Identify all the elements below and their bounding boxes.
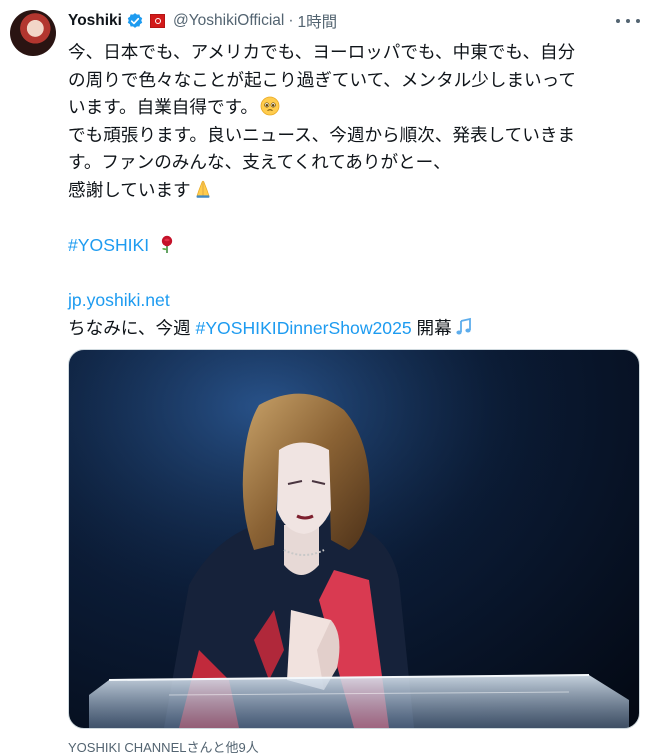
verified-badge-icon (127, 13, 143, 28)
photo-caption[interactable]: YOSHIKI CHANNELさんと他9人 (68, 737, 259, 756)
tweet-line-text: います。自業自得です。 (68, 97, 259, 118)
author-handle[interactable]: @YoshikiOfficial (173, 12, 284, 30)
tweet-line: の周りで色々なことが起こり過ぎていて、メンタル少しまいって (68, 69, 576, 90)
tweet-photo[interactable] (68, 349, 640, 729)
tweet-line: jp.yoshiki.net (68, 287, 636, 315)
tweet-line: 感謝しています (68, 177, 636, 205)
tweet-line: す。ファンのみんな、支えてくれてありがとー、 (68, 152, 451, 173)
tweet-line: #YOSHIKI (68, 232, 636, 260)
tweet-line-text: ちなみに、今週 (68, 317, 196, 338)
tweet-text: 今、日本でも、アメリカでも、ヨーロッパでも、中東でも、自分 の周りで色々なことが… (68, 39, 636, 343)
tweet-time[interactable]: 1時間 (298, 10, 338, 32)
rose-emoji (161, 235, 173, 254)
affiliation-badge-icon[interactable] (149, 14, 165, 28)
tweet-line: 今、日本でも、アメリカでも、ヨーロッパでも、中東でも、自分 (68, 42, 576, 62)
tweet-line-text: 開幕 (411, 317, 452, 338)
tweet-header: Yoshiki @YoshikiOfficial · 1時間 (68, 10, 337, 32)
author-avatar[interactable] (10, 10, 56, 56)
tweet-line: ちなみに、今週 #YOSHIKIDinnerShow2025 開幕 (68, 315, 636, 343)
tweet-line: でも頑張ります。良いニュース、今週から順次、発表していきま (68, 124, 576, 145)
author-name[interactable]: Yoshiki (68, 12, 122, 30)
hashtag-link[interactable]: #YOSHIKI (68, 235, 149, 255)
photo-illustration (69, 350, 639, 728)
folded-hands-emoji (196, 180, 210, 198)
url-link[interactable]: jp.yoshiki.net (68, 290, 170, 310)
hashtag-link[interactable]: #YOSHIKIDinnerShow2025 (196, 318, 412, 338)
pleading-face-emoji (260, 96, 280, 116)
tweet-line-text: 感謝しています (68, 179, 191, 200)
tweet-line: います。自業自得です。 (68, 94, 636, 122)
separator: · (288, 12, 294, 29)
more-options-icon[interactable] (616, 12, 640, 30)
music-notes-emoji (456, 317, 471, 335)
